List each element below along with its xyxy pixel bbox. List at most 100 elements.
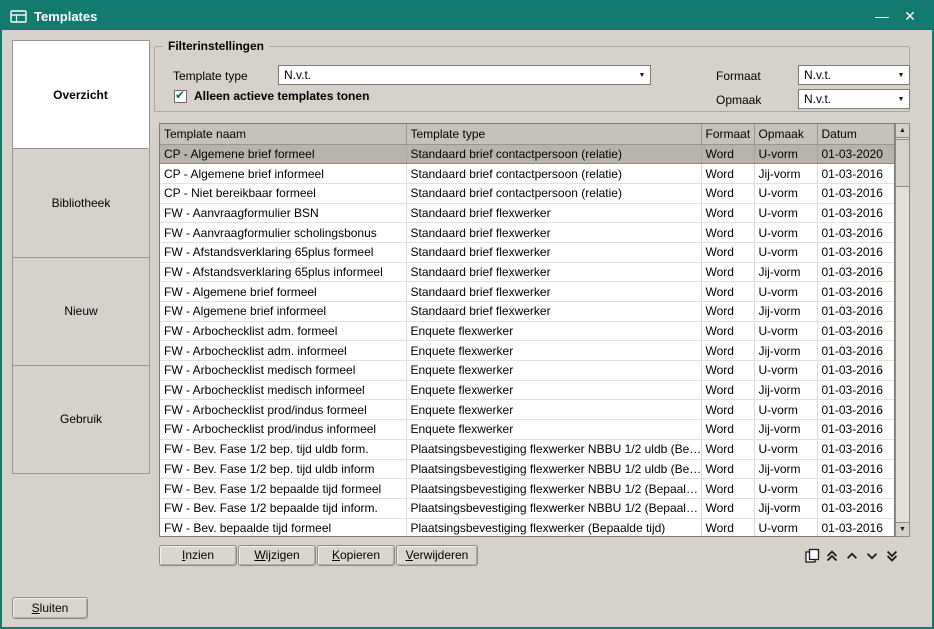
cell-formaat: Word [701,459,754,479]
inzien-button[interactable]: Inzien [159,545,237,566]
table-row[interactable]: FW - Arbochecklist adm. formeelEnquete f… [160,321,894,341]
scroll-up-icon[interactable]: ▲ [896,124,909,138]
cell-template-type: Plaatsingsbevestiging flexwerker (Bepaal… [406,518,701,537]
cell-formaat: Word [701,282,754,302]
formaat-label: Formaat [716,69,761,83]
cell-opmaak: Jij-vorm [754,459,817,479]
cell-template-naam: FW - Bev. bepaalde tijd formeel [160,518,406,537]
table-row[interactable]: FW - Bev. bepaalde tijd formeelPlaatsing… [160,518,894,537]
cell-opmaak: U-vorm [754,282,817,302]
sidebar-item-gebruik[interactable]: Gebruik [13,366,149,473]
cell-formaat: Word [701,361,754,381]
cell-template-type: Plaatsingsbevestiging flexwerker NBBU 1/… [406,439,701,459]
copy-icon[interactable] [802,546,822,566]
close-button[interactable]: ✕ [896,4,924,28]
cell-datum: 01-03-2016 [817,498,894,518]
cell-formaat: Word [701,164,754,184]
column-header-formaat[interactable]: Formaat [701,124,754,144]
table-row[interactable]: FW - Arbochecklist prod/indus formeelEnq… [160,400,894,420]
table-row[interactable]: FW - Arbochecklist prod/indus informeelE… [160,420,894,440]
table-row[interactable]: FW - Aanvraagformulier BSNStandaard brie… [160,203,894,223]
table-row[interactable]: FW - Aanvraagformulier scholingsbonusSta… [160,223,894,243]
cell-template-naam: FW - Afstandsverklaring 65plus informeel [160,262,406,282]
cell-datum: 01-03-2016 [817,380,894,400]
scrollbar-thumb[interactable] [896,139,909,187]
kopieren-button[interactable]: Kopieren [317,545,395,566]
cell-opmaak: Jij-vorm [754,380,817,400]
button-label: nzien [185,548,214,562]
table-row[interactable]: FW - Arbochecklist medisch formeelEnquet… [160,361,894,381]
cell-template-naam: FW - Aanvraagformulier scholingsbonus [160,223,406,243]
table-row[interactable]: FW - Bev. Fase 1/2 bepaalde tijd formeel… [160,479,894,499]
table-row[interactable]: CP - Algemene brief formeelStandaard bri… [160,144,894,164]
table-header-row: Template naam Template type Formaat Opma… [160,124,894,144]
table-row[interactable]: FW - Algemene brief informeelStandaard b… [160,302,894,322]
last-record-icon[interactable] [882,546,902,566]
cell-template-naam: FW - Arbochecklist medisch formeel [160,361,406,381]
cell-formaat: Word [701,183,754,203]
filter-groupbox: Filterinstellingen Template type N.v.t. … [154,46,910,112]
window-title: Templates [34,9,97,24]
cell-datum: 01-03-2016 [817,223,894,243]
cell-datum: 01-03-2016 [817,479,894,499]
sidebar-item-label: Bibliotheek [52,196,111,210]
verwijderen-button[interactable]: Verwijderen [396,545,478,566]
cell-template-naam: FW - Bev. Fase 1/2 bep. tijd uldb inform [160,459,406,479]
cell-template-naam: FW - Afstandsverklaring 65plus formeel [160,242,406,262]
vertical-scrollbar[interactable]: ▲ ▼ [895,123,910,537]
cell-template-naam: FW - Algemene brief formeel [160,282,406,302]
sidebar-item-label: Gebruik [60,412,102,426]
minimize-button[interactable]: — [868,4,896,28]
column-header-template-naam[interactable]: Template naam [160,124,406,144]
next-record-icon[interactable] [862,546,882,566]
checkmark-icon: ✔ [175,88,185,102]
cell-opmaak: Jij-vorm [754,498,817,518]
sluiten-button[interactable]: Sluiten [12,597,88,619]
cell-opmaak: U-vorm [754,400,817,420]
cell-datum: 01-03-2016 [817,459,894,479]
table-row[interactable]: CP - Algemene brief informeelStandaard b… [160,164,894,184]
active-templates-checkbox[interactable]: ✔ [174,90,187,103]
column-header-datum[interactable]: Datum [817,124,894,144]
chevron-down-icon: ▼ [893,72,909,79]
table-row[interactable]: FW - Arbochecklist adm. informeelEnquete… [160,341,894,361]
table-row[interactable]: FW - Afstandsverklaring 65plus formeelSt… [160,242,894,262]
cell-template-type: Standaard brief contactpersoon (relatie) [406,183,701,203]
column-header-template-type[interactable]: Template type [406,124,701,144]
cell-formaat: Word [701,302,754,322]
opmaak-select[interactable]: N.v.t. ▼ [798,89,910,109]
cell-datum: 01-03-2020 [817,144,894,164]
cell-datum: 01-03-2016 [817,321,894,341]
cell-datum: 01-03-2016 [817,203,894,223]
formaat-select[interactable]: N.v.t. ▼ [798,65,910,85]
sidebar-item-overzicht[interactable]: Overzicht [13,41,149,149]
table-row[interactable]: FW - Afstandsverklaring 65plus informeel… [160,262,894,282]
table-row[interactable]: FW - Algemene brief formeelStandaard bri… [160,282,894,302]
first-record-icon[interactable] [822,546,842,566]
cell-formaat: Word [701,144,754,164]
previous-record-icon[interactable] [842,546,862,566]
cell-template-naam: FW - Bev. Fase 1/2 bep. tijd uldb form. [160,439,406,459]
table-row[interactable]: FW - Arbochecklist medisch informeelEnqu… [160,380,894,400]
table-row[interactable]: FW - Bev. Fase 1/2 bep. tijd uldb inform… [160,459,894,479]
wijzigen-button[interactable]: Wijzigen [238,545,316,566]
cell-opmaak: U-vorm [754,439,817,459]
table-row[interactable]: FW - Bev. Fase 1/2 bep. tijd uldb form.P… [160,439,894,459]
sidebar-item-nieuw[interactable]: Nieuw [13,258,149,366]
sidebar-item-bibliotheek[interactable]: Bibliotheek [13,149,149,257]
button-label: ijzigen [266,548,300,562]
cell-datum: 01-03-2016 [817,341,894,361]
scroll-down-icon[interactable]: ▼ [896,522,909,536]
table-row[interactable]: FW - Bev. Fase 1/2 bepaalde tijd inform.… [160,498,894,518]
button-label: S [32,601,40,615]
cell-opmaak: U-vorm [754,242,817,262]
button-label: erwijderen [413,548,468,562]
cell-datum: 01-03-2016 [817,164,894,184]
cell-template-naam: FW - Arbochecklist medisch informeel [160,380,406,400]
button-label: opieren [340,548,380,562]
table-row[interactable]: CP - Niet bereikbaar formeelStandaard br… [160,183,894,203]
cell-template-type: Enquete flexwerker [406,321,701,341]
cell-template-type: Standaard brief flexwerker [406,262,701,282]
template-type-select[interactable]: N.v.t. ▼ [278,65,651,85]
column-header-opmaak[interactable]: Opmaak [754,124,817,144]
